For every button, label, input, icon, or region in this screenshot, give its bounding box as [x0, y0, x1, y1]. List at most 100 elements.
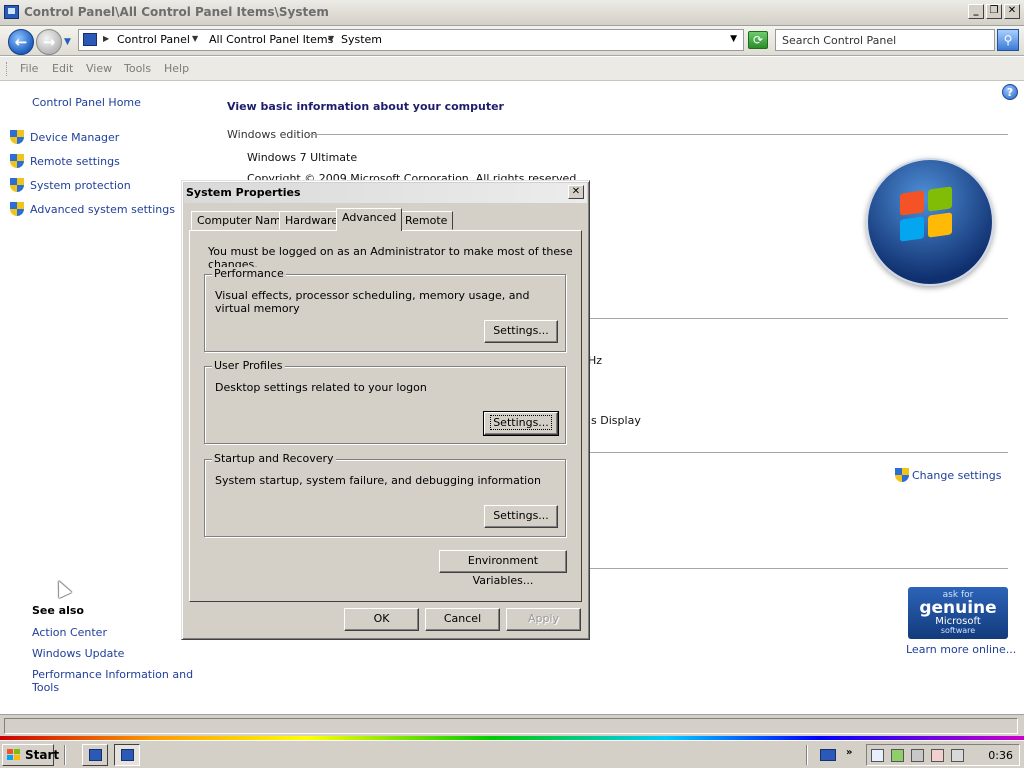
group-description: System startup, system failure, and debu…	[215, 474, 541, 487]
taskbar-control-panel-button[interactable]	[114, 744, 140, 766]
task-label[interactable]: Device Manager	[30, 131, 119, 144]
breadcrumb-system[interactable]: System	[341, 33, 382, 46]
apply-button[interactable]: Apply	[506, 608, 581, 631]
control-panel-icon	[4, 5, 19, 19]
security-icon[interactable]	[891, 749, 904, 762]
uac-shield-icon	[10, 154, 24, 169]
taskbar: Start » 0:36	[0, 740, 1024, 768]
performance-info-link-continued[interactable]: Tools	[32, 681, 59, 694]
chevron-down-icon[interactable]: ▼	[328, 34, 334, 43]
chevron-down-icon[interactable]: ▼	[192, 34, 198, 43]
genuine-microsoft-badge[interactable]: ask for genuine Microsoft software	[908, 587, 1008, 639]
breadcrumb-control-panel[interactable]: Control Panel	[117, 33, 190, 46]
address-bar: ← → ▼ ▶ Control Panel ▼ All Control Pane…	[0, 26, 1024, 56]
processor-speed-partial: Hz	[588, 354, 603, 367]
group-label: Startup and Recovery	[212, 452, 336, 465]
clock[interactable]: 0:36	[988, 749, 1013, 762]
user-profiles-settings-button[interactable]: Settings...	[483, 411, 559, 436]
tab-remote[interactable]: Remote	[399, 211, 454, 230]
volume-muted-icon[interactable]	[931, 749, 944, 762]
task-label[interactable]: System protection	[30, 179, 131, 192]
page-title: View basic information about your comput…	[227, 100, 504, 113]
dialog-close-button[interactable]: ✕	[568, 185, 584, 199]
menu-help[interactable]: Help	[164, 62, 189, 75]
uac-shield-icon	[10, 202, 24, 217]
menu-edit[interactable]: Edit	[52, 62, 73, 75]
start-label: Start	[25, 748, 60, 762]
status-bar	[0, 714, 1024, 736]
change-settings-link[interactable]: Change settings	[895, 468, 1001, 483]
window-controls: _ ❐ ✕	[968, 4, 1020, 19]
menu-tools[interactable]: Tools	[124, 62, 151, 75]
control-panel-icon	[121, 749, 134, 761]
task-label[interactable]: Advanced system settings	[30, 203, 175, 216]
see-also-heading: See also	[32, 604, 84, 617]
dialog-title-bar[interactable]: System Properties ✕	[184, 183, 587, 203]
close-button[interactable]: ✕	[1004, 4, 1020, 19]
tab-advanced[interactable]: Advanced	[336, 208, 403, 231]
ok-button[interactable]: OK	[344, 608, 419, 631]
windows-update-link[interactable]: Windows Update	[32, 647, 124, 660]
cancel-button[interactable]: Cancel	[425, 608, 500, 631]
network-icon[interactable]	[911, 749, 924, 762]
windows-flag-icon	[7, 749, 21, 761]
menu-bar: File Edit View Tools Help	[0, 57, 1024, 81]
control-panel-home-link[interactable]: Control Panel Home	[32, 96, 141, 109]
taskbar-app-button[interactable]	[82, 744, 108, 766]
dialog-title: System Properties	[186, 186, 301, 199]
task-label[interactable]: Remote settings	[30, 155, 120, 168]
task-advanced-system-settings[interactable]: Advanced system settings	[10, 202, 175, 217]
refresh-button[interactable]: ⟳	[748, 31, 768, 49]
system-properties-dialog: System Properties ✕ Computer Name Hardwa…	[181, 180, 590, 640]
minimize-button[interactable]: _	[968, 4, 984, 19]
monitor-icon[interactable]	[820, 749, 836, 761]
startup-recovery-group: Startup and Recovery System startup, sys…	[204, 452, 566, 537]
menu-file[interactable]: File	[20, 62, 38, 75]
performance-settings-button[interactable]: Settings...	[484, 320, 558, 343]
toolbar-grip	[6, 62, 8, 76]
start-button[interactable]: Start	[2, 744, 59, 766]
search-input[interactable]: Search Control Panel	[775, 29, 995, 51]
change-settings-label[interactable]: Change settings	[912, 469, 1001, 482]
back-button[interactable]: ←	[8, 29, 34, 55]
menu-view[interactable]: View	[86, 62, 112, 75]
action-center-link[interactable]: Action Center	[32, 626, 107, 639]
task-device-manager[interactable]: Device Manager	[10, 130, 119, 145]
address-field[interactable]: ▶ Control Panel ▼ All Control Panel Item…	[78, 29, 744, 51]
windows-edition-value: Windows 7 Ultimate	[247, 151, 358, 164]
learn-more-online-link[interactable]: Learn more online...	[906, 643, 1016, 656]
document-icon[interactable]	[871, 749, 884, 762]
restore-button[interactable]: ❐	[986, 4, 1002, 19]
search-icon[interactable]: ⚲	[997, 29, 1019, 51]
genuine-word: genuine	[919, 598, 997, 618]
group-label: User Profiles	[212, 359, 285, 372]
uac-shield-icon	[10, 178, 24, 193]
performance-info-link[interactable]: Performance Information and	[32, 668, 193, 681]
power-icon[interactable]	[951, 749, 964, 762]
button-label: Settings...	[490, 415, 552, 430]
window-title-bar: Control Panel\All Control Panel Items\Sy…	[0, 0, 1024, 26]
group-label: Performance	[212, 267, 286, 280]
tab-hardware[interactable]: Hardware	[279, 211, 345, 230]
help-icon[interactable]: ?	[1002, 84, 1018, 100]
address-dropdown-icon[interactable]: ▼	[730, 34, 737, 44]
taskbar-separator	[64, 745, 66, 765]
group-description: Desktop settings related to your logon	[215, 381, 427, 394]
uac-shield-icon	[895, 468, 909, 483]
chevron-right-icon[interactable]: ▶	[103, 34, 109, 43]
performance-group: Performance Visual effects, processor sc…	[204, 267, 566, 352]
genuine-software: software	[940, 626, 976, 635]
environment-variables-button[interactable]: Environment Variables...	[439, 550, 567, 587]
section-divider	[588, 452, 1008, 453]
breadcrumb-all-items[interactable]: All Control Panel Items	[209, 33, 333, 46]
section-divider	[588, 318, 1008, 319]
recent-pages-dropdown-icon[interactable]: ▼	[64, 37, 71, 47]
task-remote-settings[interactable]: Remote settings	[10, 154, 120, 169]
startup-recovery-settings-button[interactable]: Settings...	[484, 505, 558, 528]
forward-button[interactable]: →	[36, 29, 62, 55]
user-profiles-group: User Profiles Desktop settings related t…	[204, 359, 566, 444]
windows-edition-heading: Windows edition	[227, 128, 318, 141]
section-divider	[308, 134, 1008, 135]
show-hidden-icons-icon[interactable]: »	[846, 747, 852, 758]
task-system-protection[interactable]: System protection	[10, 178, 131, 193]
